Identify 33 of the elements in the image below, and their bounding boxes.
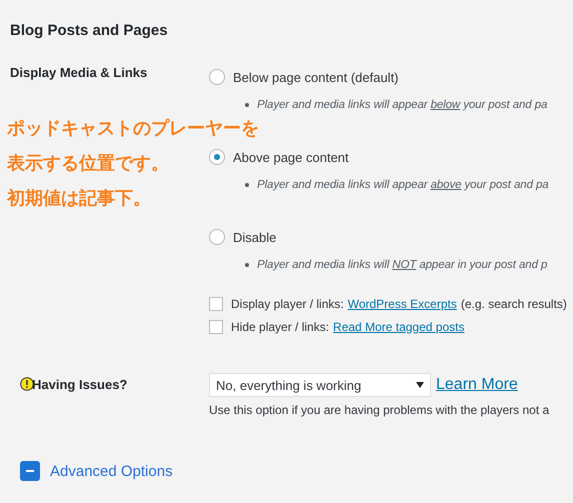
minus-icon	[26, 470, 34, 472]
annotation-text: 表示する位置です。	[7, 153, 169, 175]
option-note: Player and media links will appear below your post and pa	[257, 99, 548, 111]
annotation-text: 初期値は記事下。	[7, 188, 151, 210]
radio-label[interactable]: Below page content (default)	[233, 70, 399, 84]
bullet-icon	[245, 183, 249, 187]
checkbox-hint: (e.g. search results)	[460, 297, 567, 311]
help-text: Use this option if you are having problems with the players not a	[209, 403, 550, 417]
option-note: Player and media links will NOT appear in your post and p	[257, 259, 548, 271]
radio-label[interactable]: Above page content	[233, 150, 349, 164]
radio-button[interactable]	[209, 69, 225, 85]
checkbox[interactable]	[209, 297, 223, 311]
section-title: Blog Posts and Pages	[10, 22, 169, 39]
option-note: Player and media links will appear above your post and pa	[257, 179, 549, 191]
radio-button[interactable]	[209, 229, 225, 245]
learn-more-link[interactable]: Learn More	[436, 376, 518, 394]
annotation-text: ポッドキャストのプレーヤーを	[7, 118, 259, 140]
issues-dropdown[interactable]: No, everything is working	[209, 373, 431, 397]
radio-label[interactable]: Disable	[233, 230, 276, 244]
bullet-icon	[245, 103, 249, 107]
field-label: Having Issues?	[32, 377, 128, 392]
checkbox[interactable]	[209, 320, 223, 334]
section-heading[interactable]: Advanced Options	[50, 462, 173, 480]
checkbox-label: Display player / links:	[231, 297, 344, 311]
link[interactable]: WordPress Excerpts	[348, 297, 457, 311]
checkbox-label: Hide player / links:	[231, 320, 330, 334]
caret-icon	[416, 382, 424, 388]
radio-button[interactable]	[209, 149, 225, 165]
collapse-toggle[interactable]	[20, 461, 40, 481]
bullet-icon	[245, 263, 249, 267]
warning-icon	[20, 377, 34, 391]
field-label: Display Media & Links	[10, 65, 148, 80]
link[interactable]: Read More tagged posts	[333, 320, 464, 334]
